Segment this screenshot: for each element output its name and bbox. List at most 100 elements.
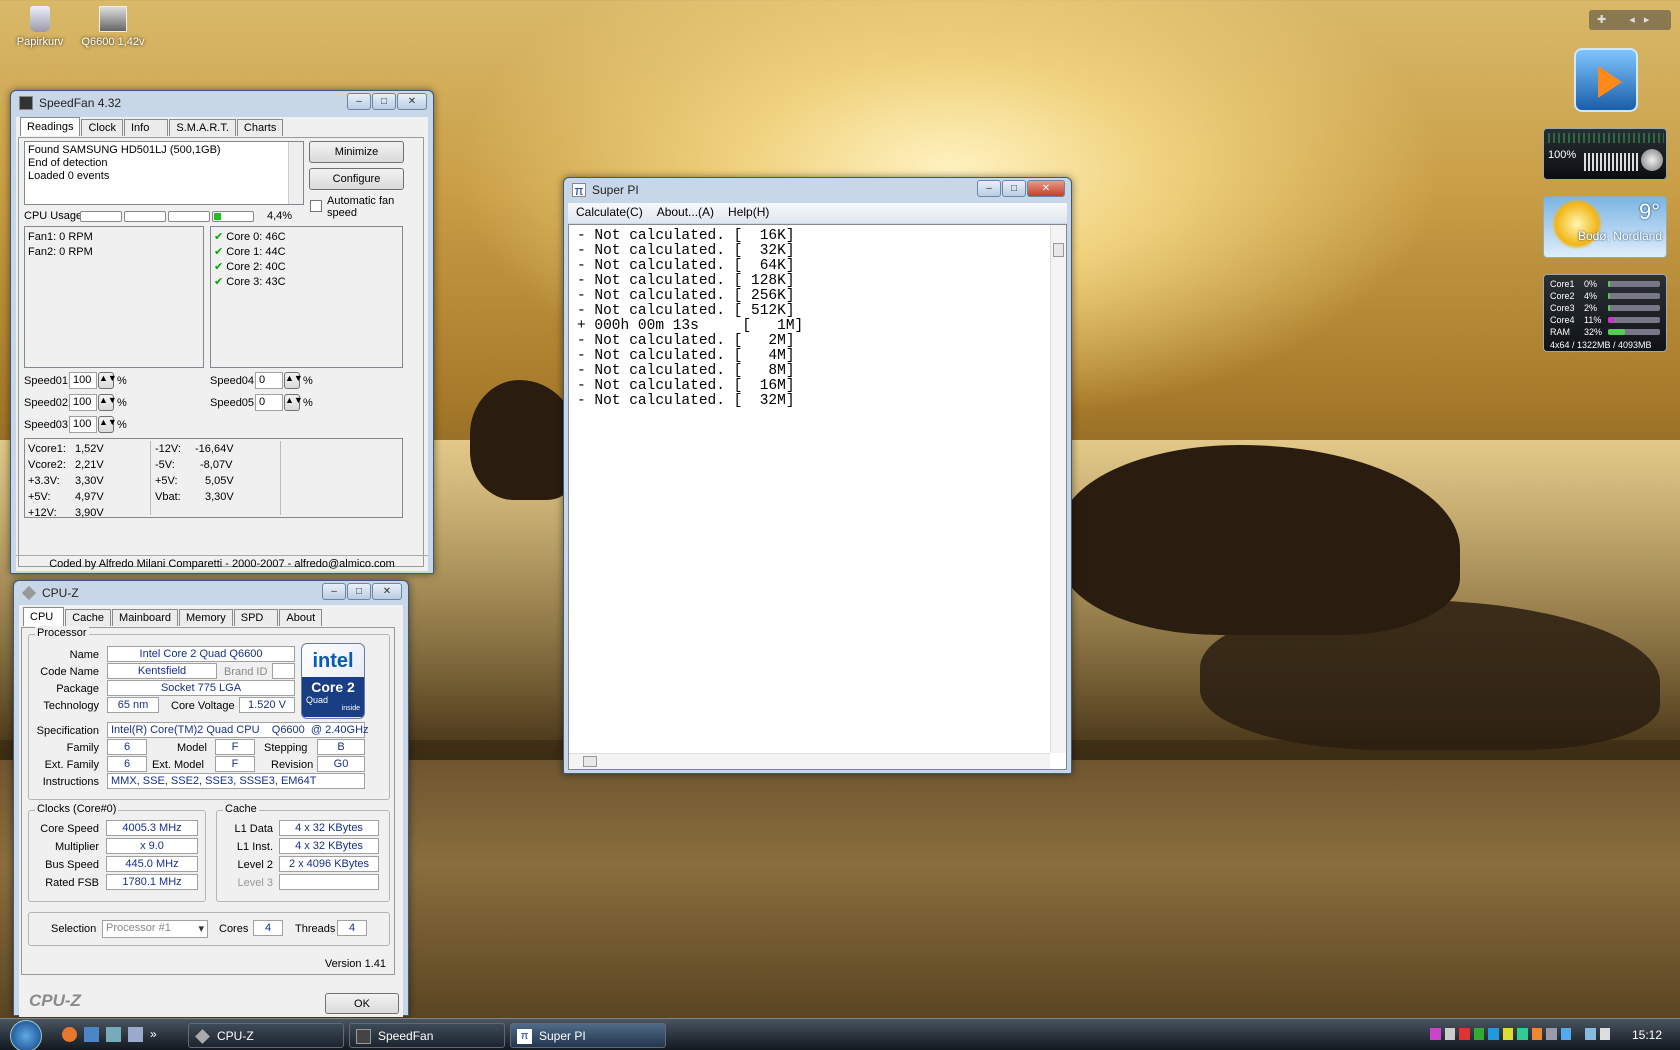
sidebar-controls: ✚ ◂ ▸ — [1589, 10, 1671, 30]
computer-icon[interactable] — [106, 1027, 121, 1042]
minimize-app-button[interactable]: Minimize — [309, 141, 404, 163]
tab-smart[interactable]: S.M.A.R.T. — [169, 119, 236, 136]
cpuz-titlebar[interactable]: CPU-Z – □ ✕ — [14, 581, 408, 605]
next-icon[interactable]: ▸ — [1644, 14, 1650, 26]
window-switcher-icon[interactable] — [128, 1027, 143, 1042]
ok-button[interactable]: OK — [325, 993, 399, 1014]
speed04-spinner[interactable]: ▲▼ — [284, 372, 303, 389]
taskbar-item-cpuz[interactable]: CPU-Z — [188, 1023, 344, 1048]
temp-row: ✔ Core 3: 43C — [214, 275, 399, 290]
tray-icon[interactable] — [1430, 1028, 1441, 1040]
instructions-field: MMX, SSE, SSE2, SSE3, SSSE3, EM64T — [107, 773, 365, 789]
firefox-icon[interactable] — [62, 1027, 77, 1042]
field-label: Specification — [36, 725, 99, 737]
speedfan-titlebar[interactable]: SpeedFan 4.32 – □ ✕ — [11, 91, 433, 115]
ext-family-field: 6 — [107, 756, 147, 772]
taskbar-clock[interactable]: 15:12 — [1632, 1028, 1662, 1042]
tab-clock[interactable]: Clock — [81, 119, 123, 136]
automatic-fan-checkbox[interactable] — [310, 200, 322, 212]
minimize-button[interactable]: – — [322, 583, 346, 600]
speed05-spinner[interactable]: ▲▼ — [284, 394, 303, 411]
speed01-input[interactable]: 100 — [69, 372, 97, 389]
tray-icon[interactable] — [1546, 1028, 1557, 1040]
desktop-icon-label: Papirkurv — [16, 36, 64, 48]
tab-cache[interactable]: Cache — [65, 609, 112, 626]
speaker-icon[interactable] — [1599, 1028, 1610, 1040]
maximize-button[interactable]: □ — [372, 93, 396, 110]
speed02-input[interactable]: 100 — [69, 394, 97, 411]
voltage-label: Vcore2: — [28, 459, 66, 471]
configure-button[interactable]: Configure — [309, 168, 404, 190]
volume-gadget[interactable]: 100% — [1543, 128, 1667, 180]
tray-icon[interactable] — [1459, 1028, 1470, 1040]
close-button[interactable]: ✕ — [397, 93, 427, 110]
tab-info[interactable]: Info — [124, 119, 169, 136]
speedfan-app-icon — [356, 1029, 371, 1044]
vertical-scrollbar[interactable] — [1050, 225, 1066, 753]
media-player-gadget[interactable] — [1574, 48, 1638, 112]
shortcut-desktop-icon[interactable]: Q6600 1,42v — [73, 4, 153, 48]
log-scrollbar[interactable] — [288, 142, 303, 204]
close-button[interactable]: ✕ — [372, 583, 402, 600]
cache-group: Cache L1 Data 4 x 32 KBytes L1 Inst. 4 x… — [216, 803, 390, 902]
previous-icon[interactable]: ◂ — [1629, 14, 1635, 26]
meter-value: 0% — [1584, 279, 1598, 289]
result-line: - Not calculated. [ 512K] — [577, 303, 795, 319]
tab-charts[interactable]: Charts — [236, 119, 284, 136]
level2-field: 2 x 4096 KBytes — [279, 856, 379, 872]
threads-field: 4 — [337, 920, 367, 936]
speed03-spinner[interactable]: ▲▼ — [98, 416, 117, 433]
voltage-label: +3.3V: — [28, 475, 60, 487]
group-title: Clocks (Core#0) — [35, 803, 119, 815]
technology-field: 65 nm — [107, 697, 159, 713]
log-box[interactable]: Found SAMSUNG HD501LJ (500,1GB) End of d… — [24, 141, 304, 205]
tab-readings[interactable]: Readings — [20, 117, 81, 136]
maximize-button[interactable]: □ — [1002, 180, 1026, 197]
close-button[interactable]: ✕ — [1027, 180, 1065, 197]
fan-reading: Fan2: 0 RPM — [28, 246, 93, 258]
menu-about[interactable]: About...(A) — [657, 205, 714, 223]
tab-about[interactable]: About — [279, 609, 323, 626]
taskbar-item-superpi[interactable]: π Super PI — [510, 1023, 666, 1048]
system-tray — [1430, 1028, 1610, 1042]
temp-reading: Core 1: 44C — [226, 246, 286, 258]
superpi-titlebar[interactable]: π Super PI – □ ✕ — [564, 178, 1071, 202]
speed01-spinner[interactable]: ▲▼ — [98, 372, 117, 389]
voltage-label: -12V: — [155, 443, 181, 455]
tray-icon[interactable] — [1488, 1028, 1499, 1040]
horizontal-scrollbar[interactable] — [569, 753, 1050, 769]
menu-help[interactable]: Help(H) — [728, 205, 769, 223]
tray-icon[interactable] — [1560, 1028, 1571, 1040]
tray-icon[interactable] — [1517, 1028, 1528, 1040]
speed02-spinner[interactable]: ▲▼ — [98, 394, 117, 411]
add-gadget-icon[interactable]: ✚ — [1597, 14, 1606, 26]
taskbar-item-speedfan[interactable]: SpeedFan — [349, 1023, 505, 1048]
maximize-button[interactable]: □ — [347, 583, 371, 600]
weather-gadget[interactable]: 9° Bodø, Nordland — [1543, 196, 1667, 258]
specification-field: Intel(R) Core(TM)2 Quad CPU Q6600 @ 2.40… — [107, 722, 369, 738]
tray-icon[interactable] — [1473, 1028, 1484, 1040]
tray-icon[interactable] — [1502, 1028, 1513, 1040]
tray-icon[interactable] — [1444, 1028, 1455, 1040]
meter-fill — [1608, 281, 1610, 287]
more-icon[interactable]: » — [150, 1027, 157, 1042]
tab-cpu[interactable]: CPU — [23, 607, 65, 626]
speed04-input[interactable]: 0 — [255, 372, 283, 389]
minimize-button[interactable]: – — [347, 93, 371, 110]
start-button[interactable] — [10, 1020, 42, 1050]
speed05-input[interactable]: 0 — [255, 394, 283, 411]
minimize-button[interactable]: – — [977, 180, 1001, 197]
tab-mainboard[interactable]: Mainboard — [112, 609, 179, 626]
tab-memory[interactable]: Memory — [179, 609, 233, 626]
tab-spd[interactable]: SPD — [233, 609, 279, 626]
recycle-bin-desktop-icon[interactable]: Papirkurv — [0, 4, 80, 48]
menu-calculate[interactable]: Calculate(C) — [576, 205, 643, 223]
network-icon[interactable] — [1585, 1028, 1596, 1040]
tray-icon[interactable] — [1531, 1028, 1542, 1040]
speed03-input[interactable]: 100 — [69, 416, 97, 433]
processor-select[interactable]: Processor #1 ▾ — [102, 920, 208, 938]
results-textarea[interactable]: - Not calculated. [ 16K] - Not calculate… — [568, 224, 1067, 770]
group-title: Processor — [35, 627, 89, 639]
cpuz-brand-text: CPU-Z — [29, 991, 81, 1010]
desktop-icon[interactable] — [84, 1027, 99, 1042]
